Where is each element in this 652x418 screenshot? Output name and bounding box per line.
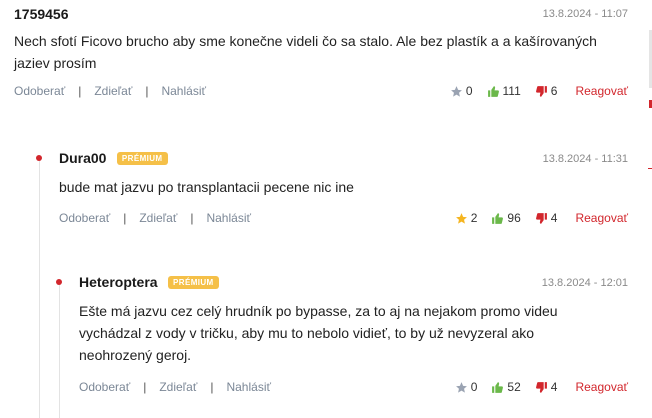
comment-author[interactable]: Heteroptera [79, 274, 158, 290]
comment-header: Heteroptera PRÉMIUM 13.8.2024 - 12:01 [79, 274, 628, 292]
comment-actions: Odoberať | Zdieľať | Nahlásiť 0 111 6 Re… [14, 84, 628, 98]
edge-marker [648, 168, 652, 169]
comment-header: Dura00 PRÉMIUM 13.8.2024 - 11:31 [59, 150, 628, 168]
divider: | [78, 84, 82, 98]
comment-timestamp: 13.8.2024 - 11:07 [542, 8, 628, 20]
like-button[interactable]: 52 [491, 380, 521, 394]
premium-badge: PRÉMIUM [168, 276, 219, 289]
divider: | [145, 84, 149, 98]
divider: | [143, 380, 147, 394]
divider: | [210, 380, 214, 394]
comment: 1759456 13.8.2024 - 11:07 Nech sfotí Fic… [14, 6, 628, 98]
star-rating[interactable]: 0 [455, 380, 478, 394]
thumbs-up-icon [487, 85, 499, 97]
share-link[interactable]: Zdieľať [159, 380, 197, 394]
like-button[interactable]: 96 [491, 211, 521, 225]
comment: Dura00 PRÉMIUM 13.8.2024 - 11:31 bude ma… [59, 150, 628, 225]
comment-author[interactable]: 1759456 [14, 6, 69, 22]
unfollow-link[interactable]: Odoberať [14, 84, 65, 98]
star-count: 0 [470, 380, 478, 394]
reply-button[interactable]: Reagovať [575, 380, 628, 394]
comment-header: 1759456 13.8.2024 - 11:07 [14, 6, 628, 22]
star-icon [455, 212, 467, 224]
star-icon [455, 381, 467, 393]
dislike-count: 4 [550, 380, 558, 394]
unfollow-link[interactable]: Odoberať [79, 380, 130, 394]
thumbs-down-icon [535, 212, 547, 224]
dislike-button[interactable]: 6 [535, 84, 558, 98]
comment-text: Nech sfotí Ficovo brucho aby sme konečne… [14, 33, 597, 71]
share-link[interactable]: Zdieľať [94, 84, 132, 98]
comment-actions: Odoberať | Zdieľať | Nahlásiť 0 52 4 Rea… [79, 380, 628, 394]
comment-text: bude mat jazvu po transplantacii pecene … [59, 179, 354, 195]
comment-actions: Odoberať | Zdieľať | Nahlásiť 2 96 4 Rea… [59, 211, 628, 225]
star-count: 2 [470, 211, 478, 225]
dislike-count: 6 [550, 84, 558, 98]
like-count: 96 [507, 211, 521, 225]
thumbs-down-icon [535, 85, 547, 97]
like-button[interactable]: 111 [487, 84, 521, 98]
like-count: 111 [502, 84, 521, 98]
thumbs-down-icon [535, 381, 547, 393]
thread-line [59, 283, 60, 418]
report-link[interactable]: Nahlásiť [226, 380, 271, 394]
comment: Heteroptera PRÉMIUM 13.8.2024 - 12:01 Eš… [79, 274, 628, 394]
star-rating[interactable]: 0 [450, 84, 473, 98]
comment-timestamp: 13.8.2024 - 12:01 [541, 277, 628, 289]
share-link[interactable]: Zdieľať [139, 211, 177, 225]
divider: | [123, 211, 127, 225]
comment-author[interactable]: Dura00 [59, 150, 106, 166]
star-count: 0 [465, 84, 473, 98]
comment-timestamp: 13.8.2024 - 11:31 [542, 153, 628, 165]
comment-text: Ešte má jazvu cez celý hrudník po bypass… [79, 303, 558, 363]
premium-badge: PRÉMIUM [116, 152, 168, 165]
reply-button[interactable]: Reagovať [575, 211, 628, 225]
dislike-count: 4 [550, 211, 558, 225]
star-rating[interactable]: 2 [455, 211, 478, 225]
thumbs-up-icon [492, 212, 504, 224]
star-icon [450, 85, 462, 97]
report-link[interactable]: Nahlásiť [206, 211, 251, 225]
dislike-button[interactable]: 4 [535, 211, 558, 225]
dislike-button[interactable]: 4 [535, 380, 558, 394]
unfollow-link[interactable]: Odoberať [59, 211, 110, 225]
thumbs-up-icon [492, 381, 504, 393]
divider: | [190, 211, 194, 225]
thread-dot [36, 155, 42, 161]
like-count: 52 [507, 380, 521, 394]
thread-dot [56, 279, 62, 285]
report-link[interactable]: Nahlásiť [161, 84, 206, 98]
thread-line [39, 158, 40, 418]
reply-button[interactable]: Reagovať [575, 84, 628, 98]
